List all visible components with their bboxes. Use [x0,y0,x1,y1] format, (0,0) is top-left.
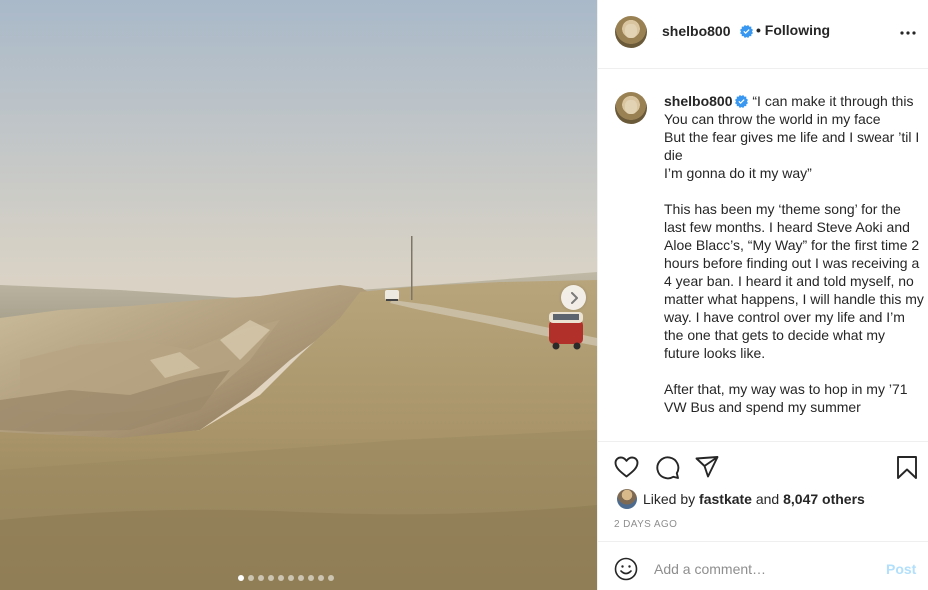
carousel-dot [298,575,304,581]
liker-avatar[interactable] [617,489,637,509]
emoji-button[interactable] [614,557,638,581]
post-side-panel: shelbo800 • Following shelbo800 “I can m… [597,0,928,590]
caption-paragraph-2: This has been my ‘theme song’ for the la… [664,201,928,361]
more-options-icon [900,31,916,35]
more-options-button[interactable] [899,24,917,42]
caption-paragraph-3: After that, my way was to hop in my ’71 … [664,381,912,415]
author-username[interactable]: shelbo800 [662,23,730,39]
liked-by-and: and [755,491,780,507]
carousel-dot [288,575,294,581]
comment-button[interactable] [654,454,680,480]
caption-author-avatar[interactable] [615,92,647,124]
post-actions: Liked by fastkate and 8,047 others 2 DAY… [598,441,928,541]
author-avatar[interactable] [615,16,647,48]
add-comment-bar: Post [598,541,928,590]
carousel-dot [328,575,334,581]
carousel-indicator [238,575,334,581]
verified-badge-icon [735,95,749,108]
chevron-right-icon [570,291,578,304]
post-caption: shelbo800 “I can make it through this Yo… [664,92,924,416]
verified-badge-icon [737,23,753,41]
share-button[interactable] [694,454,720,480]
carousel-next-button[interactable] [561,285,586,310]
carousel-dot [318,575,324,581]
paper-plane-icon [695,456,719,478]
post-timestamp[interactable]: 2 DAYS AGO [614,519,677,530]
liked-by-others[interactable]: 8,047 others [783,491,865,507]
post-photo[interactable] [0,0,597,590]
liked-by-prefix: Liked by [643,491,696,507]
comment-input[interactable] [654,558,874,580]
post-header: shelbo800 • Following [598,0,928,69]
carousel-dot [268,575,274,581]
heart-icon [614,456,638,478]
carousel-dot [258,575,264,581]
like-button[interactable] [613,454,639,480]
carousel-dot [238,575,244,581]
caption-section: shelbo800 “I can make it through this Yo… [598,70,928,441]
liked-by-user[interactable]: fastkate [699,491,752,507]
carousel-dot [248,575,254,581]
carousel-dot [278,575,284,581]
carousel-dot [308,575,314,581]
post-comment-button[interactable]: Post [886,561,916,577]
likes-summary: Liked by fastkate and 8,047 others [617,489,865,509]
badlands-landscape-image [0,0,597,590]
save-button[interactable] [894,454,920,480]
bookmark-icon [897,455,917,479]
emoji-icon [614,557,638,581]
caption-username[interactable]: shelbo800 [664,93,732,109]
follow-status-button[interactable]: • Following [756,22,830,38]
comment-icon [655,455,679,479]
